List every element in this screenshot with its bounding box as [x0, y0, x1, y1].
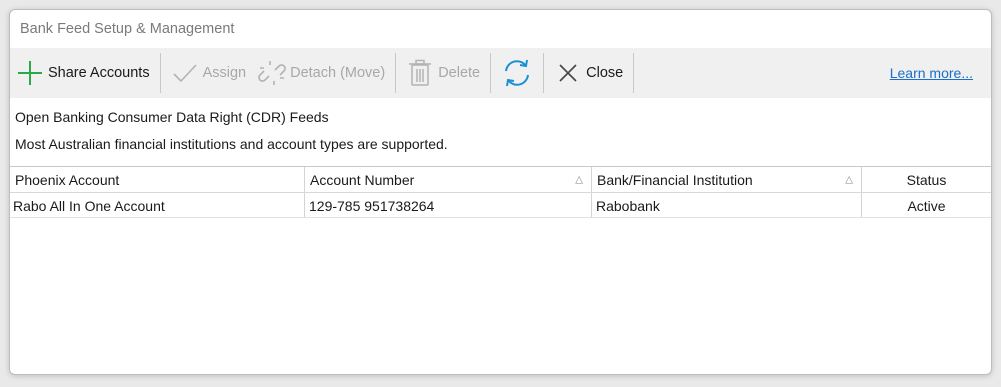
close-icon [559, 64, 577, 82]
column-header-account-number[interactable]: Account Number △ [304, 167, 591, 192]
checkmark-icon [173, 64, 197, 83]
delete-button[interactable]: Delete [400, 48, 486, 98]
toolbar-separator [543, 53, 545, 93]
toolbar-separator [159, 53, 161, 93]
sort-ascending-icon: △ [845, 174, 853, 185]
assign-button[interactable]: Assign [165, 48, 253, 98]
delete-label: Delete [438, 65, 481, 81]
plus-icon [18, 61, 42, 85]
share-accounts-button[interactable]: Share Accounts [10, 48, 156, 98]
column-header-phoenix-account[interactable]: Phoenix Account [10, 167, 304, 192]
share-accounts-label: Share Accounts [48, 65, 150, 81]
grid-body: Rabo All In One Account 129-785 95173826… [10, 193, 991, 218]
toolbar-separator [395, 53, 397, 93]
toolbar: Share Accounts Assign Detach (Move) Dele… [10, 48, 991, 98]
table-row[interactable]: Rabo All In One Account 129-785 95173826… [10, 193, 991, 218]
info-section: Open Banking Consumer Data Right (CDR) F… [10, 98, 991, 161]
info-heading: Open Banking Consumer Data Right (CDR) F… [15, 109, 329, 125]
column-header-bank[interactable]: Bank/Financial Institution △ [591, 167, 861, 192]
refresh-button[interactable] [495, 48, 539, 98]
column-header-label: Bank/Financial Institution [597, 171, 753, 188]
trash-icon [409, 59, 432, 86]
bank-feed-window: Bank Feed Setup & Management Share Accou… [9, 9, 992, 375]
cell-account-number: 129-785 951738264 [304, 193, 591, 217]
window-title: Bank Feed Setup & Management [20, 21, 235, 37]
cell-status: Active [861, 193, 991, 217]
column-header-status[interactable]: Status [861, 167, 991, 192]
cell-account: Rabo All In One Account [13, 197, 165, 214]
detach-move-label: Detach (Move) [290, 65, 386, 81]
close-label: Close [586, 65, 624, 81]
unlink-icon [258, 61, 286, 85]
accounts-grid: Phoenix Account Account Number △ Bank/Fi… [10, 166, 991, 374]
toolbar-separator [633, 53, 635, 93]
assign-label: Assign [202, 65, 247, 81]
detach-move-button[interactable]: Detach (Move) [252, 48, 391, 98]
cell-bank: Rabobank [591, 193, 861, 217]
toolbar-separator [490, 53, 492, 93]
learn-more-link[interactable]: Learn more... [890, 48, 973, 98]
sort-ascending-icon: △ [575, 174, 583, 185]
close-button[interactable]: Close [548, 48, 629, 98]
column-header-label: Status [906, 171, 947, 188]
info-description: Most Australian financial institutions a… [15, 136, 448, 152]
column-header-label: Phoenix Account [15, 171, 120, 188]
grid-header: Phoenix Account Account Number △ Bank/Fi… [10, 167, 991, 193]
refresh-icon [505, 59, 530, 87]
column-header-label: Account Number [310, 171, 415, 188]
